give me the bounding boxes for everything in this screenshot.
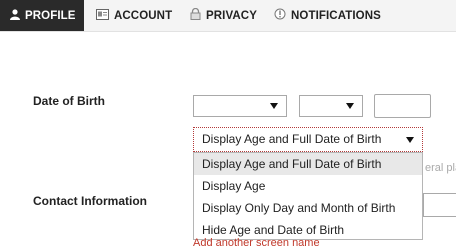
contact-field[interactable]	[423, 193, 456, 217]
chevron-down-icon	[346, 103, 354, 109]
alert-icon	[274, 8, 286, 23]
field-hint-text: eral plac	[425, 162, 456, 174]
tab-label: PROFILE	[25, 9, 76, 22]
birth-day-select[interactable]	[299, 95, 363, 117]
id-card-icon	[96, 8, 109, 23]
dob-display-option[interactable]: Display Age and Full Date of Birth	[194, 153, 422, 175]
tab-account[interactable]: ACCOUNT	[96, 0, 172, 31]
date-of-birth-label: Date of Birth	[33, 94, 105, 108]
tab-label: ACCOUNT	[114, 9, 173, 22]
contact-information-label: Contact Information	[33, 194, 147, 208]
tab-label: NOTIFICATIONS	[291, 9, 381, 22]
tab-label: PRIVACY	[206, 9, 257, 22]
dob-display-select[interactable]: Display Age and Full Date of Birth	[193, 127, 423, 152]
chevron-down-icon	[406, 136, 414, 143]
profile-tab-bar: PROFILE ACCOUNT PRIVACY NOTIFICATIONS	[0, 0, 456, 32]
dob-display-selected-value: Display Age and Full Date of Birth	[202, 132, 382, 146]
dob-display-option[interactable]: Display Only Day and Month of Birth	[194, 197, 422, 219]
tab-profile[interactable]: PROFILE	[0, 0, 84, 31]
person-icon	[10, 8, 20, 23]
dob-display-options-list: Display Age and Full Date of Birth Displ…	[193, 152, 423, 240]
tab-privacy[interactable]: PRIVACY	[190, 0, 257, 31]
lock-icon	[190, 7, 201, 23]
add-screen-name-link[interactable]: Add another screen name	[193, 237, 320, 249]
birth-month-select[interactable]	[193, 95, 287, 117]
chevron-down-icon	[270, 103, 278, 109]
birth-year-input[interactable]	[374, 94, 431, 118]
dob-display-option[interactable]: Display Age	[194, 175, 422, 197]
tab-notifications[interactable]: NOTIFICATIONS	[274, 0, 381, 31]
